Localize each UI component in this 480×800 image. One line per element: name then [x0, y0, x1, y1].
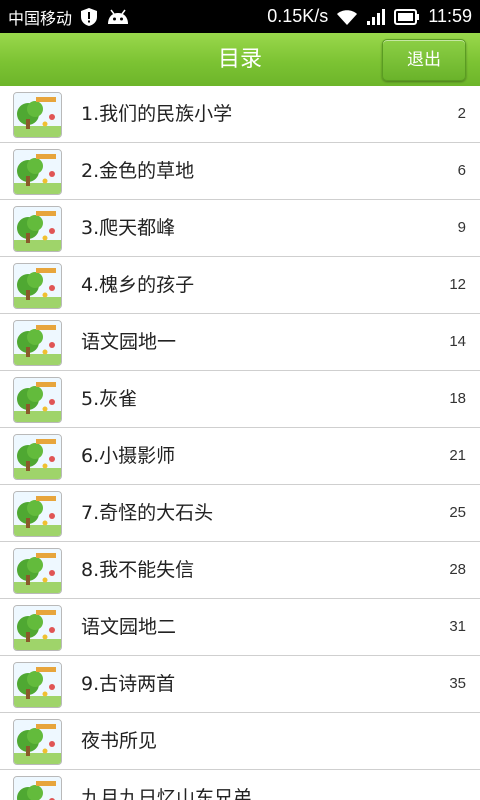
chapter-title: 7.奇怪的大石头 [81, 502, 214, 524]
book-cover-icon [13, 434, 62, 480]
book-cover-icon [13, 776, 62, 800]
book-cover-icon [13, 263, 62, 309]
book-cover-icon [13, 320, 62, 366]
list-item[interactable]: 8.我不能失信 28 [0, 542, 480, 599]
book-cover-icon [13, 92, 62, 138]
book-cover-icon [13, 149, 62, 195]
carrier-name: 中国移动 [8, 10, 73, 28]
status-bar: 中国移动 0.15K/s 11:59 [0, 0, 480, 33]
book-cover-icon [13, 548, 62, 594]
list-item[interactable]: 4.槐乡的孩子 12 [0, 257, 480, 314]
chapter-title: 2.金色的草地 [81, 160, 195, 182]
page-number: 2 [457, 105, 466, 122]
book-cover-icon [13, 206, 62, 252]
page-number: 28 [449, 561, 466, 578]
wifi-icon [336, 8, 358, 26]
book-cover-icon [13, 491, 62, 537]
list-item[interactable]: 6.小摄影师 21 [0, 428, 480, 485]
list-item[interactable]: 1.我们的民族小学 2 [0, 86, 480, 143]
chapter-title: 九月九日忆山东兄弟 [81, 787, 253, 800]
page-number: 12 [449, 276, 466, 293]
signal-icon [366, 8, 386, 26]
list-item[interactable]: 5.灰雀 18 [0, 371, 480, 428]
chapter-title: 语文园地一 [81, 331, 177, 353]
book-cover-icon [13, 377, 62, 423]
book-cover-icon [13, 719, 62, 765]
list-item[interactable]: 9.古诗两首 35 [0, 656, 480, 713]
shield-icon [80, 7, 98, 27]
chapter-title: 8.我不能失信 [81, 559, 195, 581]
chapter-title: 6.小摄影师 [81, 445, 176, 467]
page-number: 25 [449, 504, 466, 521]
book-cover-icon [13, 605, 62, 651]
page-number: 14 [449, 333, 466, 350]
battery-icon [394, 8, 420, 25]
title-bar: 目录 退出 [0, 33, 480, 87]
chapter-title: 4.槐乡的孩子 [81, 274, 195, 296]
list-item[interactable]: 7.奇怪的大石头 25 [0, 485, 480, 542]
list-item[interactable]: 语文园地一 14 [0, 314, 480, 371]
list-item[interactable]: 3.爬天都峰 9 [0, 200, 480, 257]
clock: 11:59 [428, 6, 472, 26]
list-item[interactable]: 九月九日忆山东兄弟 [0, 770, 480, 800]
exit-button[interactable]: 退出 [382, 39, 466, 81]
page-number: 9 [457, 219, 466, 236]
chapter-title: 1.我们的民族小学 [81, 103, 233, 125]
chapter-title: 9.古诗两首 [81, 673, 176, 695]
book-cover-icon [13, 662, 62, 708]
chapter-title: 语文园地二 [81, 616, 177, 638]
page-number: 35 [449, 675, 466, 692]
chapter-title: 3.爬天都峰 [81, 217, 176, 239]
page-number: 21 [449, 447, 466, 464]
list-item[interactable]: 2.金色的草地 6 [0, 143, 480, 200]
list-item[interactable]: 语文园地二 31 [0, 599, 480, 656]
chapter-title: 5.灰雀 [81, 388, 138, 410]
android-icon [106, 9, 130, 25]
page-number: 31 [449, 618, 466, 635]
page-number: 18 [449, 390, 466, 407]
network-speed: 0.15K/s [267, 6, 329, 26]
table-of-contents-list[interactable]: 1.我们的民族小学 2 2.金色的草地 6 3.爬天都峰 9 4.槐乡的孩子 1… [0, 86, 480, 800]
list-item[interactable]: 夜书所见 [0, 713, 480, 770]
chapter-title: 夜书所见 [81, 730, 158, 752]
page-number: 6 [457, 162, 466, 179]
